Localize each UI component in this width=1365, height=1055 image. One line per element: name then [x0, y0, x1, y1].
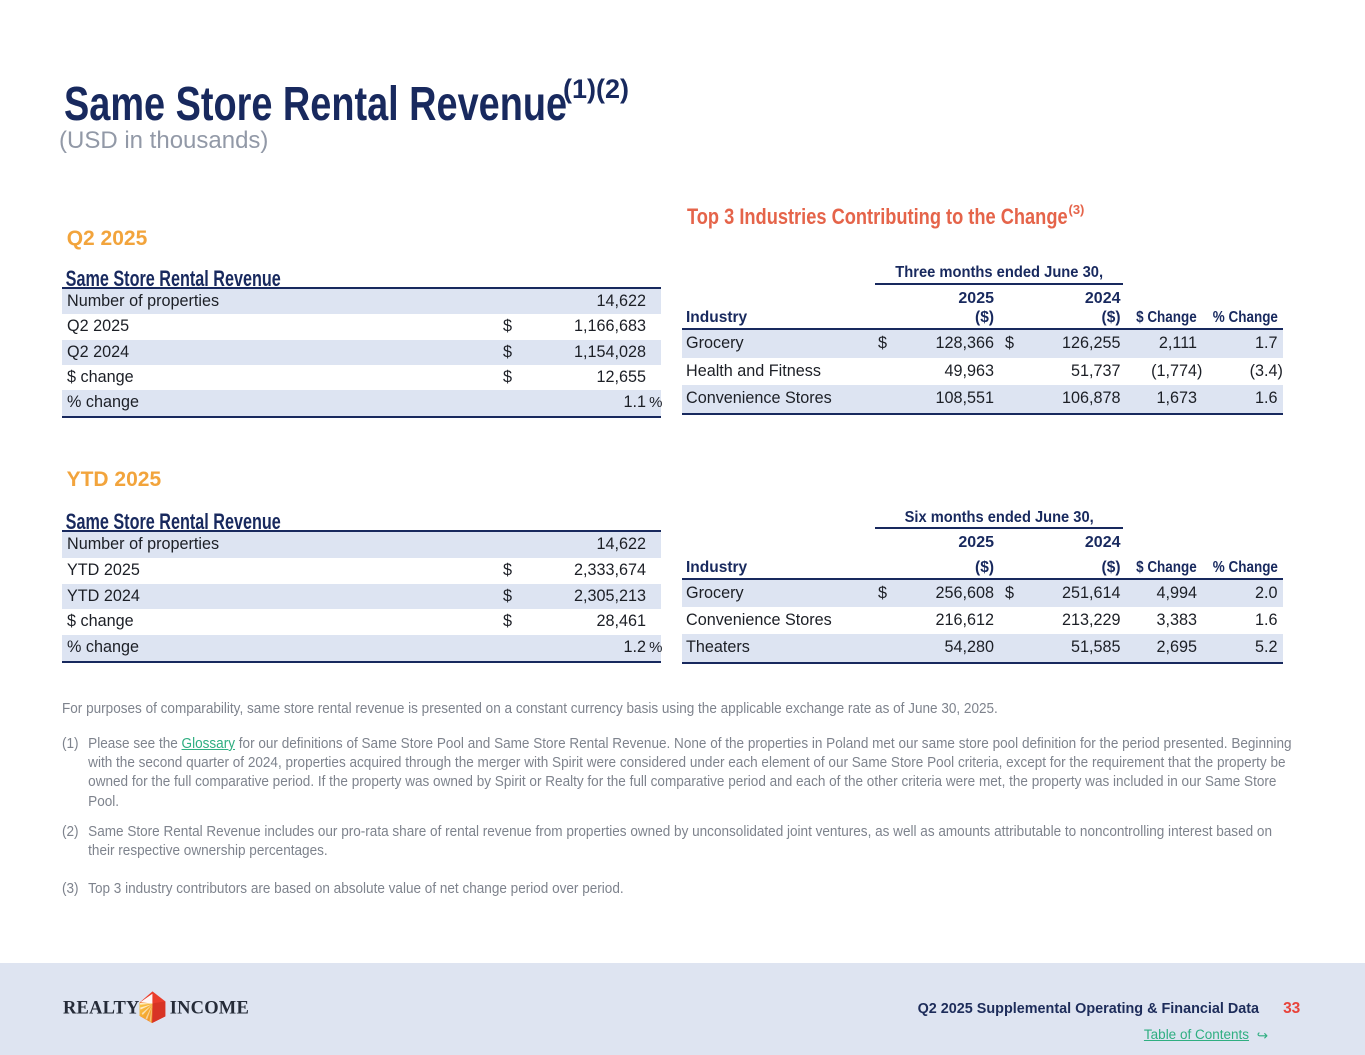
- svg-text:REALTY: REALTY: [63, 999, 140, 1019]
- svg-text:INCOME: INCOME: [170, 999, 249, 1019]
